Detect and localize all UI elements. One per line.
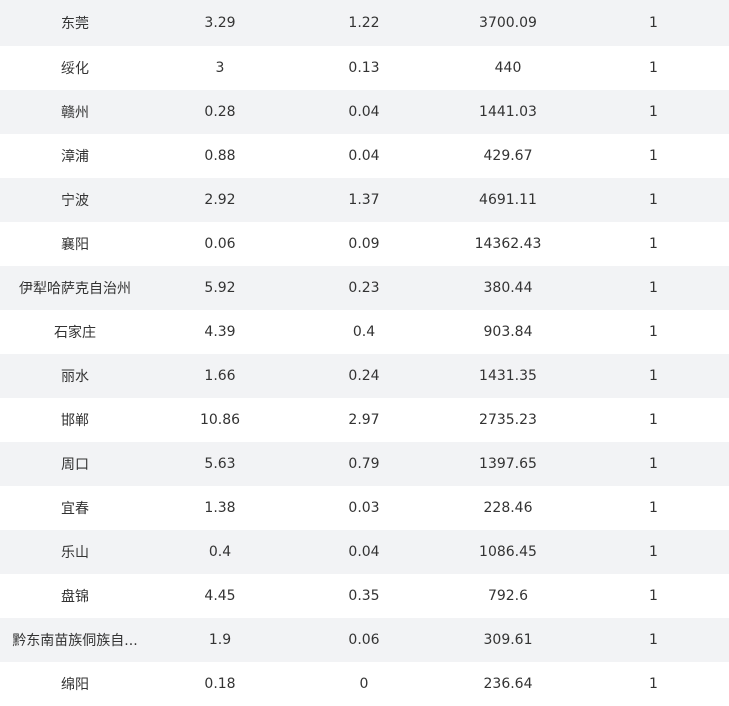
city-cell: 宁波: [0, 178, 150, 222]
city-cell: 赣州: [0, 90, 150, 134]
table-row: 漳浦 0.88 0.04 429.67 1: [0, 134, 729, 178]
value-3-cell: 228.46: [438, 486, 578, 530]
value-2-cell: 0: [290, 662, 438, 706]
city-cell: 宜春: [0, 486, 150, 530]
city-cell: 襄阳: [0, 222, 150, 266]
value-2-cell: 0.06: [290, 618, 438, 662]
table-row: 伊犁哈萨克自治州 5.92 0.23 380.44 1: [0, 266, 729, 310]
table-row: 盘锦 4.45 0.35 792.6 1: [0, 574, 729, 618]
value-2-cell: 0.09: [290, 222, 438, 266]
city-cell: 东莞: [0, 0, 150, 46]
value-1-cell: 3: [150, 46, 290, 90]
value-1-cell: 1.66: [150, 354, 290, 398]
value-4-cell: 1: [578, 46, 729, 90]
value-1-cell: 3.29: [150, 0, 290, 46]
city-cell: 绥化: [0, 46, 150, 90]
value-4-cell: 1: [578, 178, 729, 222]
value-3-cell: 380.44: [438, 266, 578, 310]
value-2-cell: 0.04: [290, 90, 438, 134]
value-4-cell: 1: [578, 574, 729, 618]
table-row: 宁波 2.92 1.37 4691.11 1: [0, 178, 729, 222]
table-row: 绥化 3 0.13 440 1: [0, 46, 729, 90]
value-3-cell: 429.67: [438, 134, 578, 178]
table-body: 东莞 3.29 1.22 3700.09 1 绥化 3 0.13 440 1 赣…: [0, 0, 729, 706]
value-2-cell: 1.37: [290, 178, 438, 222]
value-2-cell: 0.79: [290, 442, 438, 486]
value-2-cell: 0.03: [290, 486, 438, 530]
value-3-cell: 792.6: [438, 574, 578, 618]
value-4-cell: 1: [578, 222, 729, 266]
value-4-cell: 1: [578, 354, 729, 398]
value-4-cell: 1: [578, 398, 729, 442]
value-2-cell: 0.04: [290, 530, 438, 574]
value-2-cell: 0.04: [290, 134, 438, 178]
table-row: 丽水 1.66 0.24 1431.35 1: [0, 354, 729, 398]
value-4-cell: 1: [578, 442, 729, 486]
value-1-cell: 5.92: [150, 266, 290, 310]
city-cell: 邯郸: [0, 398, 150, 442]
value-1-cell: 10.86: [150, 398, 290, 442]
table-row: 石家庄 4.39 0.4 903.84 1: [0, 310, 729, 354]
value-1-cell: 0.18: [150, 662, 290, 706]
table-row: 绵阳 0.18 0 236.64 1: [0, 662, 729, 706]
value-2-cell: 0.23: [290, 266, 438, 310]
value-4-cell: 1: [578, 530, 729, 574]
value-3-cell: 1397.65: [438, 442, 578, 486]
city-cell: 漳浦: [0, 134, 150, 178]
value-1-cell: 1.9: [150, 618, 290, 662]
value-1-cell: 1.38: [150, 486, 290, 530]
table-row: 襄阳 0.06 0.09 14362.43 1: [0, 222, 729, 266]
table-row: 黔东南苗族侗族自... 1.9 0.06 309.61 1: [0, 618, 729, 662]
value-3-cell: 903.84: [438, 310, 578, 354]
table-row: 邯郸 10.86 2.97 2735.23 1: [0, 398, 729, 442]
value-3-cell: 236.64: [438, 662, 578, 706]
value-4-cell: 1: [578, 134, 729, 178]
city-cell: 盘锦: [0, 574, 150, 618]
table-row: 东莞 3.29 1.22 3700.09 1: [0, 0, 729, 46]
value-2-cell: 1.22: [290, 0, 438, 46]
value-3-cell: 4691.11: [438, 178, 578, 222]
value-4-cell: 1: [578, 0, 729, 46]
table-row: 赣州 0.28 0.04 1441.03 1: [0, 90, 729, 134]
value-1-cell: 4.39: [150, 310, 290, 354]
value-3-cell: 3700.09: [438, 0, 578, 46]
value-4-cell: 1: [578, 618, 729, 662]
value-1-cell: 5.63: [150, 442, 290, 486]
value-3-cell: 1441.03: [438, 90, 578, 134]
value-4-cell: 1: [578, 266, 729, 310]
value-3-cell: 1086.45: [438, 530, 578, 574]
value-2-cell: 2.97: [290, 398, 438, 442]
value-2-cell: 0.24: [290, 354, 438, 398]
table-row: 宜春 1.38 0.03 228.46 1: [0, 486, 729, 530]
value-1-cell: 0.06: [150, 222, 290, 266]
value-3-cell: 440: [438, 46, 578, 90]
data-table: 东莞 3.29 1.22 3700.09 1 绥化 3 0.13 440 1 赣…: [0, 0, 729, 706]
value-4-cell: 1: [578, 486, 729, 530]
value-4-cell: 1: [578, 90, 729, 134]
value-1-cell: 4.45: [150, 574, 290, 618]
value-2-cell: 0.13: [290, 46, 438, 90]
value-3-cell: 1431.35: [438, 354, 578, 398]
value-1-cell: 0.28: [150, 90, 290, 134]
value-3-cell: 309.61: [438, 618, 578, 662]
city-cell: 丽水: [0, 354, 150, 398]
value-1-cell: 0.88: [150, 134, 290, 178]
city-cell: 伊犁哈萨克自治州: [0, 266, 150, 310]
table-row: 乐山 0.4 0.04 1086.45 1: [0, 530, 729, 574]
value-3-cell: 14362.43: [438, 222, 578, 266]
value-3-cell: 2735.23: [438, 398, 578, 442]
city-cell: 绵阳: [0, 662, 150, 706]
value-2-cell: 0.35: [290, 574, 438, 618]
city-cell: 石家庄: [0, 310, 150, 354]
city-cell: 黔东南苗族侗族自...: [0, 618, 150, 662]
value-1-cell: 2.92: [150, 178, 290, 222]
value-1-cell: 0.4: [150, 530, 290, 574]
city-cell: 乐山: [0, 530, 150, 574]
city-cell: 周口: [0, 442, 150, 486]
value-4-cell: 1: [578, 310, 729, 354]
table-row: 周口 5.63 0.79 1397.65 1: [0, 442, 729, 486]
value-4-cell: 1: [578, 662, 729, 706]
value-2-cell: 0.4: [290, 310, 438, 354]
